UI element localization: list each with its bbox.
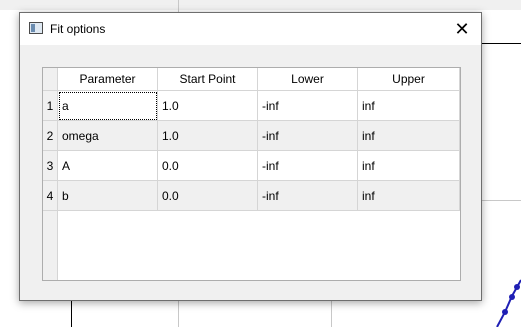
close-button[interactable]: ✕: [443, 13, 481, 45]
dialog-title: Fit options: [50, 22, 106, 36]
lower-bound-cell[interactable]: -inf: [258, 121, 358, 151]
upper-bound-cell[interactable]: inf: [358, 121, 460, 151]
close-icon: ✕: [454, 18, 470, 39]
lower-bound-cell[interactable]: -inf: [258, 91, 358, 121]
parameters-table: Parameter Start Point Lower Upper 1 a 1.…: [42, 67, 461, 281]
column-header-start-point[interactable]: Start Point: [158, 68, 258, 91]
lower-bound-cell[interactable]: -inf: [258, 181, 358, 211]
row-header[interactable]: 4: [43, 181, 58, 211]
window-icon: [29, 22, 43, 34]
upper-bound-cell[interactable]: inf: [358, 151, 460, 181]
column-header-upper[interactable]: Upper: [358, 68, 460, 91]
fit-options-dialog: Fit options ✕ Parameter Start Point Lowe…: [19, 12, 482, 301]
row-header[interactable]: 2: [43, 121, 58, 151]
title-bar[interactable]: Fit options ✕: [20, 13, 481, 45]
lower-bound-cell[interactable]: -inf: [258, 151, 358, 181]
start-point-cell[interactable]: 0.0: [158, 181, 258, 211]
parameter-cell[interactable]: omega: [58, 121, 158, 151]
row-header[interactable]: 1: [43, 91, 58, 121]
start-point-cell[interactable]: 0.0: [158, 151, 258, 181]
row-header[interactable]: 3: [43, 151, 58, 181]
start-point-cell[interactable]: 1.0: [158, 121, 258, 151]
upper-bound-cell[interactable]: inf: [358, 91, 460, 121]
column-header-lower[interactable]: Lower: [258, 68, 358, 91]
parameter-cell[interactable]: a: [58, 91, 158, 121]
upper-bound-cell[interactable]: inf: [358, 181, 460, 211]
start-point-cell[interactable]: 1.0: [158, 91, 258, 121]
table-corner-button[interactable]: [43, 68, 58, 91]
column-header-parameter[interactable]: Parameter: [58, 68, 158, 91]
parameter-cell[interactable]: b: [58, 181, 158, 211]
parameter-cell[interactable]: A: [58, 151, 158, 181]
